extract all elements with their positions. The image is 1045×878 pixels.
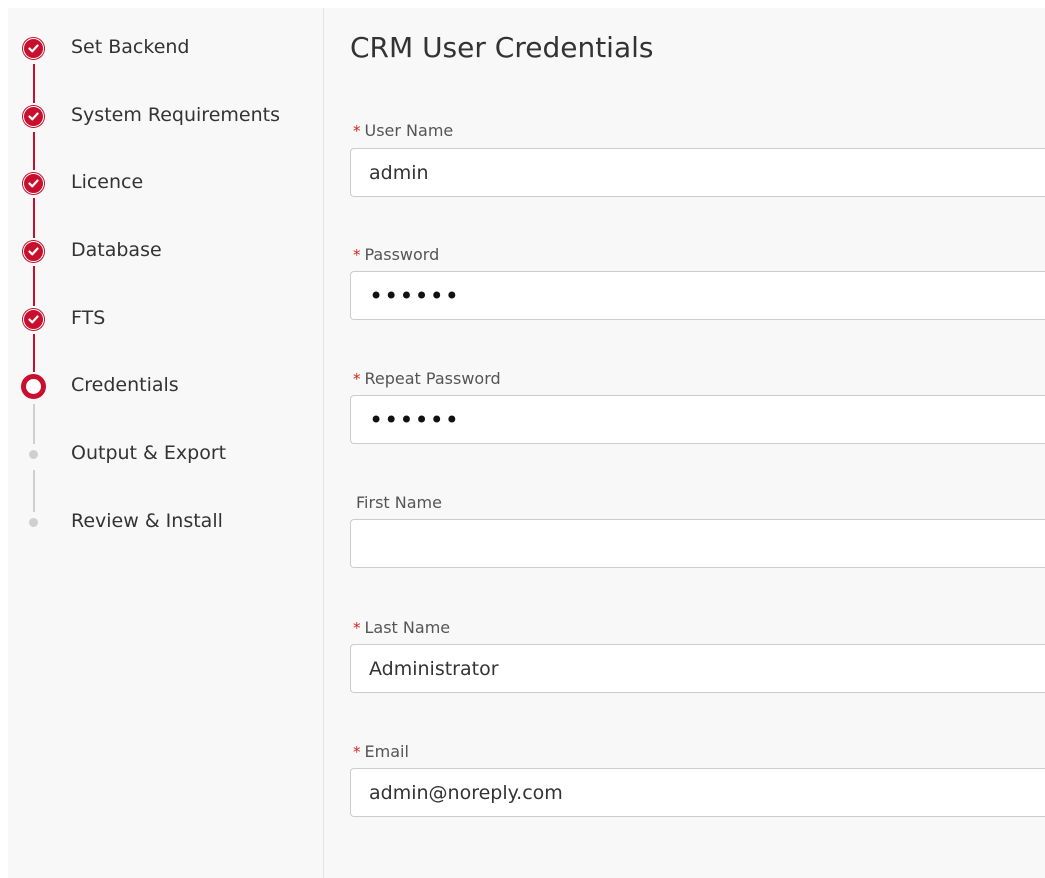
step-label: System Requirements bbox=[71, 104, 280, 126]
step-system-requirements[interactable]: System Requirements bbox=[8, 101, 323, 131]
check-circle-icon bbox=[23, 241, 44, 262]
required-asterisk: * bbox=[353, 246, 361, 264]
required-asterisk: * bbox=[353, 619, 361, 637]
step-connector bbox=[32, 266, 35, 306]
check-circle-icon bbox=[23, 309, 44, 330]
step-label: Review & Install bbox=[71, 510, 223, 532]
check-circle-icon bbox=[23, 38, 44, 59]
first-name-input[interactable] bbox=[350, 519, 1045, 568]
email-input[interactable] bbox=[350, 768, 1045, 817]
step-database[interactable]: Database bbox=[8, 236, 323, 266]
first-name-label: First Name bbox=[356, 493, 442, 512]
step-label: Database bbox=[71, 239, 162, 261]
repeat-password-input[interactable] bbox=[350, 395, 1045, 444]
step-connector bbox=[32, 470, 35, 512]
step-licence[interactable]: Licence bbox=[8, 168, 323, 198]
repeat-password-label: * Repeat Password bbox=[353, 369, 501, 388]
check-circle-icon bbox=[23, 173, 44, 194]
step-review-install: Review & Install bbox=[8, 507, 323, 537]
step-connector bbox=[32, 64, 35, 103]
step-credentials[interactable]: Credentials bbox=[8, 371, 323, 401]
step-output-export: Output & Export bbox=[8, 439, 323, 469]
required-asterisk: * bbox=[353, 122, 361, 140]
wizard-steps-sidebar: Set Backend System Requirements Licence … bbox=[8, 8, 324, 878]
installer-window: Set Backend System Requirements Licence … bbox=[8, 8, 1045, 878]
pending-dot-icon bbox=[27, 448, 40, 461]
last-name-label: * Last Name bbox=[353, 618, 451, 637]
pending-dot-icon bbox=[27, 516, 40, 529]
step-label: Output & Export bbox=[71, 442, 227, 464]
page-title: CRM User Credentials bbox=[350, 31, 654, 64]
email-label: * Email bbox=[353, 742, 409, 761]
step-connector bbox=[32, 404, 35, 444]
step-set-backend[interactable]: Set Backend bbox=[8, 33, 323, 63]
required-asterisk: * bbox=[353, 370, 361, 388]
current-step-ring-icon bbox=[21, 374, 46, 399]
last-name-input[interactable] bbox=[350, 644, 1045, 693]
step-label: FTS bbox=[71, 307, 106, 329]
step-connector bbox=[32, 334, 35, 372]
check-circle-icon bbox=[23, 106, 44, 127]
step-label: Credentials bbox=[71, 374, 179, 396]
step-label: Licence bbox=[71, 171, 144, 193]
step-label: Set Backend bbox=[71, 36, 190, 58]
required-asterisk: * bbox=[353, 743, 361, 761]
step-connector bbox=[32, 132, 35, 170]
password-input[interactable] bbox=[350, 271, 1045, 320]
user-name-label: * User Name bbox=[353, 121, 454, 140]
step-connector bbox=[32, 198, 35, 238]
step-fts[interactable]: FTS bbox=[8, 304, 323, 334]
user-name-input[interactable] bbox=[350, 148, 1045, 197]
password-label: * Password bbox=[353, 245, 440, 264]
